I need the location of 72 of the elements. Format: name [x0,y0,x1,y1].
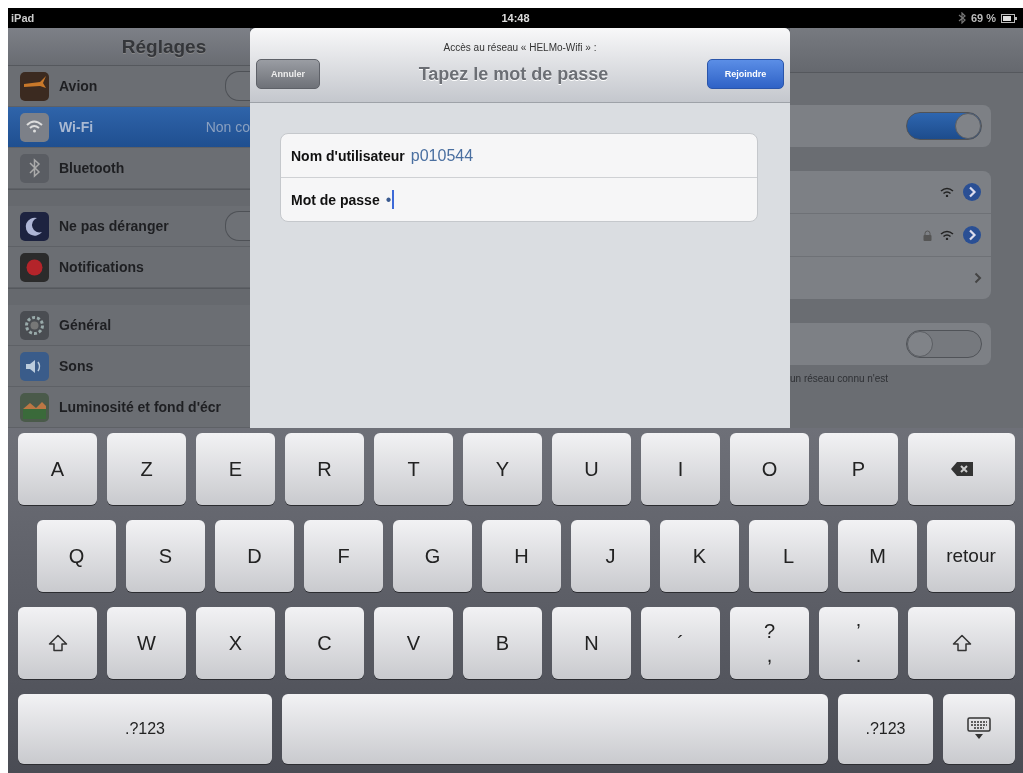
backspace-key[interactable] [908,433,1015,505]
key[interactable]: R [285,433,364,505]
key[interactable]: Q [37,520,116,592]
toggle-switch[interactable] [225,211,250,241]
key[interactable]: P [819,433,898,505]
key[interactable]: ’ . [819,607,898,679]
key[interactable]: S [126,520,205,592]
chevron-icon [974,272,982,284]
field-label: Mot de passe [291,191,380,208]
hide-keyboard-key[interactable] [943,694,1015,764]
key[interactable]: ´ [641,607,720,679]
key[interactable]: C [285,607,364,679]
key[interactable]: ? , [730,607,809,679]
key[interactable]: M [838,520,917,592]
toggle-switch[interactable] [225,71,250,101]
shift-icon [951,634,972,652]
numbers-key[interactable]: .?123 [838,694,933,764]
key[interactable]: X [196,607,275,679]
wifi-signal-icon [940,187,954,197]
key[interactable]: E [196,433,275,505]
key[interactable]: U [552,433,631,505]
bluetooth-icon [20,153,49,183]
speaker-icon [20,351,49,381]
key[interactable]: Y [463,433,542,505]
dialog-title: Tapez le mot de passe [417,63,610,85]
key[interactable]: T [374,433,453,505]
wifi-icon [20,112,49,142]
key[interactable]: G [393,520,472,592]
shift-key[interactable] [18,607,97,679]
key[interactable]: N [552,607,631,679]
detail-disclosure-button[interactable] [962,225,982,245]
sidebar-title: Réglages [121,35,207,58]
key[interactable]: F [304,520,383,592]
shift-key[interactable] [908,607,1015,679]
bluetooth-icon [957,12,966,24]
field-label: Nom d'utilisateur [291,147,405,164]
key[interactable]: J [571,520,650,592]
clock-time: 14:48 [501,12,530,24]
space-bar[interactable] [282,694,828,764]
key[interactable]: O [730,433,809,505]
key[interactable]: D [215,520,294,592]
battery-percentage: 69 % [970,12,996,24]
toggle-switch[interactable] [906,112,982,140]
detail-disclosure-button[interactable] [962,182,982,202]
settings-item[interactable]: Wi-Fi Non co [8,107,250,148]
numbers-key[interactable]: .?123 [18,694,272,764]
moon-icon [20,211,49,241]
backspace-icon [949,461,974,477]
key[interactable]: V [374,607,453,679]
wifi-signal-icon [940,230,954,240]
key[interactable]: I [641,433,720,505]
input-field[interactable]: p010544 [410,134,757,177]
dialog-subtitle: Accès au réseau « HELMo-Wifi » : [443,42,597,53]
gear-icon [20,310,49,340]
key[interactable]: L [749,520,828,592]
key[interactable]: K [660,520,739,592]
key[interactable]: H [482,520,561,592]
key[interactable]: Z [107,433,186,505]
landscape-icon [20,392,49,422]
plane-icon [20,71,49,101]
keyboard-icon [967,717,991,741]
shift-icon [47,634,68,652]
toggle-switch[interactable] [906,330,982,358]
battery-icon [1001,13,1017,23]
key[interactable]: A [18,433,97,505]
key[interactable]: W [107,607,186,679]
key[interactable]: B [463,607,542,679]
device-name: iPad [11,12,35,24]
input-field[interactable]: • [385,178,757,221]
join-button[interactable]: Rejoindre [707,59,784,89]
record-icon [20,252,49,282]
return-key[interactable]: retour [927,520,1015,592]
